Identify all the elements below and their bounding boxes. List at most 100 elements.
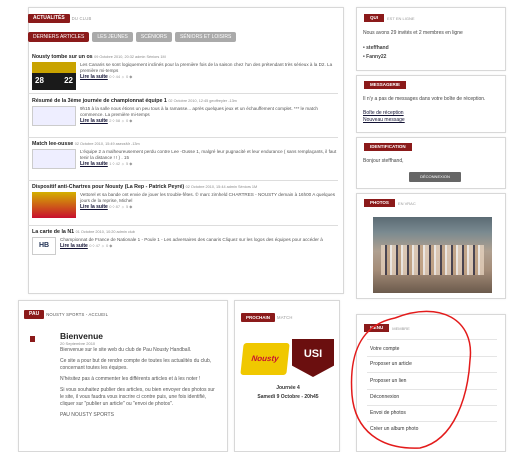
messages-panel: MESSAGERIE Il n'y a pas de messages dans… [356, 75, 506, 133]
welcome-para-1: Bienvenue sur le site web du club de Pau… [60, 347, 192, 353]
article-meta: 09 Octobre 2010, 20:32 admin Séniors 1M [94, 55, 166, 59]
member-menu-panel: MENU MEMBRE Votre compte Proposer un art… [356, 314, 506, 452]
photos-header: PHOTOS EN VRAC [364, 199, 416, 207]
news-header: ACTUALITÉS DU CLUB [28, 13, 91, 23]
welcome-para-3: N'hésitez pas à commenter les différents… [60, 376, 201, 382]
divider [28, 137, 338, 138]
next-match-panel: PROCHAIN MATCH Nousty USI Journée 4 Same… [234, 300, 340, 452]
divider [28, 225, 338, 226]
article-4: Dispositif anti-Chartres pour Nousty (La… [32, 184, 337, 218]
article-thumbnail[interactable] [32, 149, 76, 169]
article-meta: 02 Octobre 2010, 15:49 asecsMr -13m [74, 142, 140, 146]
menu-item-account[interactable]: Votre compte [370, 346, 399, 352]
menu-divider [367, 339, 497, 340]
welcome-tag: PAU [24, 309, 45, 319]
article-counts: 1 ◊ 42 ☼ 5 ◆ [109, 161, 133, 166]
photos-tag: PHOTOS [364, 199, 395, 207]
read-more-link[interactable]: Lire la suite [80, 118, 108, 124]
team-photo[interactable] [373, 217, 492, 293]
team1-name: Nousty [251, 354, 280, 363]
welcome-panel: PAU NOUSTY SPORTS - ACCUEIL Bienvenue 20… [18, 300, 228, 452]
article-counts: 0 ◊ 87 ☼ 5 ◆ [109, 204, 133, 209]
inbox-link[interactable]: Boîte de réception [363, 110, 404, 117]
welcome-header: PAU NOUSTY SPORTS - ACCUEIL [24, 309, 108, 319]
article-meta: 02 Octobre 2010, 15:44 admin Séniors 1M [185, 185, 258, 189]
online-text: Nous avons 29 invités et 2 membres en li… [363, 30, 463, 36]
photos-panel: PHOTOS EN VRAC [356, 193, 506, 299]
welcome-para-4: Si vous souhaitez publier des articles, … [60, 387, 215, 407]
menu-divider [367, 356, 497, 357]
menu-divider [367, 405, 497, 406]
article-excerpt: 9h15 à la salle nous étions un peu tous … [80, 106, 318, 117]
read-more-link[interactable]: Lire la suite [60, 243, 88, 249]
divider [28, 93, 338, 94]
match-day: Journée 4 [276, 385, 300, 391]
login-tag: IDENTIFICATION [364, 143, 412, 151]
welcome-date: 20 Septembre 2010 [60, 341, 96, 346]
article-3: Match lee-ousse 02 Octobre 2010, 15:49 a… [32, 141, 337, 169]
menu-divider [367, 421, 497, 422]
article-title[interactable]: Dispositif anti-Chartres pour Nousty (La… [32, 184, 184, 190]
online-member[interactable]: • Fanny22 [363, 54, 386, 61]
tab-derniers-articles[interactable]: DERNIERS ARTICLES [28, 32, 90, 42]
welcome-subtag: NOUSTY SPORTS - ACCUEIL [46, 311, 109, 317]
match-date: Samedi 9 Octobre - 20h45 [257, 394, 319, 400]
read-more-link[interactable]: Lire la suite [80, 74, 108, 80]
article-title[interactable]: Match lee-ousse [32, 141, 73, 147]
member-menu-subtag: MEMBRE [392, 325, 410, 331]
menu-item-logout[interactable]: Déconnexion [370, 394, 399, 400]
news-tag: ACTUALITÉS [28, 13, 70, 23]
online-panel: QUI EST EN LIGNE Nous avons 29 invités e… [356, 7, 506, 71]
score-left: 28 [35, 76, 44, 85]
online-tag: QUI [364, 14, 385, 22]
score-right: 22 [64, 76, 73, 85]
login-panel: IDENTIFICATION Bonjour steffhand, DÉCONN… [356, 137, 506, 189]
tab-sceniors[interactable]: SCÉNIORS [135, 32, 173, 42]
news-subtag: DU CLUB [71, 15, 92, 21]
article-excerpt: Les Canaris se sont logiquement inclinés… [80, 62, 333, 73]
member-menu-tag: MENU [364, 324, 390, 332]
photos-subtag: EN VRAC [397, 200, 416, 206]
online-subtag: EST EN LIGNE [387, 15, 415, 21]
online-member[interactable]: • steffhand [363, 45, 389, 52]
menu-item-propose-link[interactable]: Proposer un lien [370, 378, 406, 384]
article-meta: 01 Octobre 2010, 10:20 admin club [75, 230, 135, 234]
article-thumbnail[interactable] [32, 106, 76, 126]
article-thumbnail[interactable]: HB [32, 237, 56, 255]
article-title[interactable]: La carte de la N1 [32, 229, 74, 235]
login-greeting: Bonjour steffhand, [363, 158, 404, 164]
logout-button[interactable]: DÉCONNEXION [409, 172, 461, 182]
team2-name: USI [303, 348, 323, 360]
article-title[interactable]: Résumé de la 3ème journée de championnat… [32, 98, 167, 104]
next-match-tag: PROCHAIN [241, 312, 276, 322]
article-counts: 0 ◊ 47 ☼ 0 ◆ [89, 243, 113, 248]
article-5: La carte de la N1 01 Octobre 2010, 10:20… [32, 229, 337, 255]
article-excerpt: Vettorel et sa bande ont envie de jouer … [80, 192, 335, 203]
article-1: Nousty tombe sur un os 09 Octobre 2010, … [32, 54, 337, 90]
team2-logo: USI [292, 339, 334, 377]
article-excerpt: L'équipe 2 a malheureusement perdu contr… [80, 149, 337, 160]
read-more-link[interactable]: Lire la suite [80, 204, 108, 210]
next-match-subtag: MATCH [277, 314, 293, 320]
next-match-header: PROCHAIN MATCH [241, 312, 293, 322]
article-thumbnail[interactable] [32, 192, 76, 218]
club-logo [30, 336, 35, 342]
menu-item-create-album[interactable]: Créer un album photo [370, 426, 418, 432]
login-header: IDENTIFICATION [364, 143, 412, 151]
messages-tag: MESSAGERIE [364, 81, 407, 89]
article-2: Résumé de la 3ème journée de championnat… [32, 98, 337, 126]
menu-item-propose-article[interactable]: Proposer un article [370, 361, 412, 367]
tab-jeunes[interactable]: LES JEUNES [92, 32, 133, 42]
welcome-para-5: PAU NOUSTY SPORTS [60, 412, 114, 418]
tab-seniors-loisirs[interactable]: SÉNIORS ET LOISIRS [175, 32, 237, 42]
article-title[interactable]: Nousty tombe sur un os [32, 54, 93, 60]
welcome-title: Bienvenue [60, 331, 103, 341]
read-more-link[interactable]: Lire la suite [80, 161, 108, 167]
article-counts: 0 ◊ 44 ☼ 0 ◆ [109, 74, 133, 79]
menu-divider [367, 389, 497, 390]
menu-item-send-photos[interactable]: Envoi de photos [370, 410, 406, 416]
article-meta: 02 Octobre 2010, 12:45 geoffreyler -13m [168, 99, 237, 103]
new-message-link[interactable]: Nouveau message [363, 117, 405, 124]
article-counts: 2 ◊ 58 ☼ 0 ◆ [109, 118, 133, 123]
article-thumbnail[interactable]: 28 22 [32, 62, 76, 90]
